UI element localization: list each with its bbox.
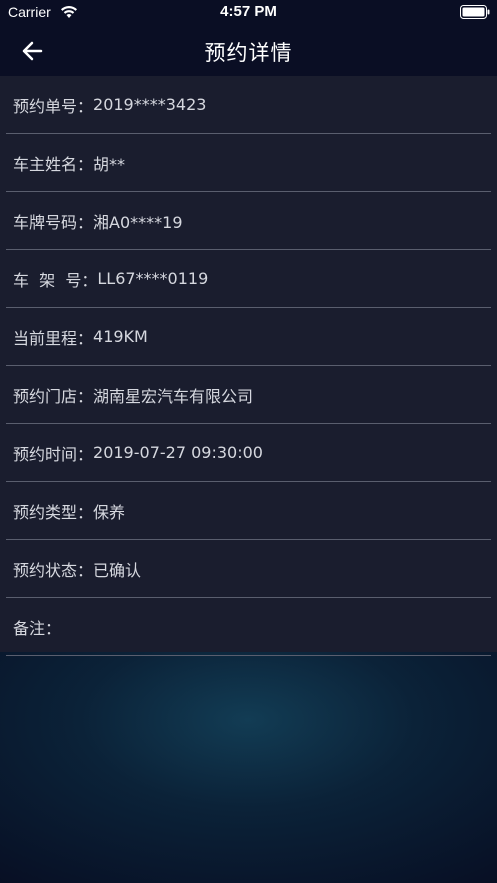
appointment-type-label: 预约类型： xyxy=(13,502,94,522)
detail-row-status: 预约状态： 已确认 xyxy=(6,540,491,598)
battery-icon xyxy=(460,5,490,19)
plate-number-label: 车牌号码： xyxy=(13,212,94,232)
appointment-time-label: 预约时间： xyxy=(13,444,94,464)
order-number-value: 2019****3423 xyxy=(93,95,207,114)
detail-row-vin: 车 架 号： LL67****0119 xyxy=(6,250,491,308)
appointment-status-value: 已确认 xyxy=(93,560,142,580)
vin-label: 车 架 号： xyxy=(13,270,98,290)
detail-row-owner-name: 车主姓名： 胡** xyxy=(6,134,491,192)
status-bar: Carrier 4:57 PM xyxy=(0,0,497,26)
store-value: 湖南星宏汽车有限公司 xyxy=(93,386,254,406)
appointment-time-value: 2019-07-27 09:30:00 xyxy=(93,443,263,462)
vin-value: LL67****0119 xyxy=(97,269,209,288)
detail-row-remarks: 备注： xyxy=(6,598,491,656)
detail-row-plate-number: 车牌号码： 湘A0****19 xyxy=(6,192,491,250)
plate-number-value: 湘A0****19 xyxy=(93,212,183,232)
page-title: 预约详情 xyxy=(204,41,293,65)
appointment-type-value: 保养 xyxy=(93,502,126,522)
detail-row-type: 预约类型： 保养 xyxy=(6,482,491,540)
detail-row-mileage: 当前里程： 419KM xyxy=(6,308,491,366)
navigation-bar: 预约详情 xyxy=(0,26,497,76)
owner-name-value: 胡** xyxy=(93,154,126,174)
owner-name-label: 车主姓名： xyxy=(13,154,94,174)
mileage-value: 419KM xyxy=(93,327,148,346)
store-label: 预约门店： xyxy=(13,386,94,406)
order-number-label: 预约单号： xyxy=(13,96,94,116)
detail-row-store: 预约门店： 湖南星宏汽车有限公司 xyxy=(6,366,491,424)
detail-row-time: 预约时间： 2019-07-27 09:30:00 xyxy=(6,424,491,482)
status-time: 4:57 PM xyxy=(220,3,277,20)
mileage-label: 当前里程： xyxy=(13,328,94,348)
appointment-detail-list: 预约单号： 2019****3423 车主姓名： 胡** 车牌号码： 湘A0**… xyxy=(0,76,497,656)
remarks-label: 备注： xyxy=(13,618,62,638)
detail-row-order-number: 预约单号： 2019****3423 xyxy=(6,76,491,134)
appointment-status-label: 预约状态： xyxy=(13,560,94,580)
